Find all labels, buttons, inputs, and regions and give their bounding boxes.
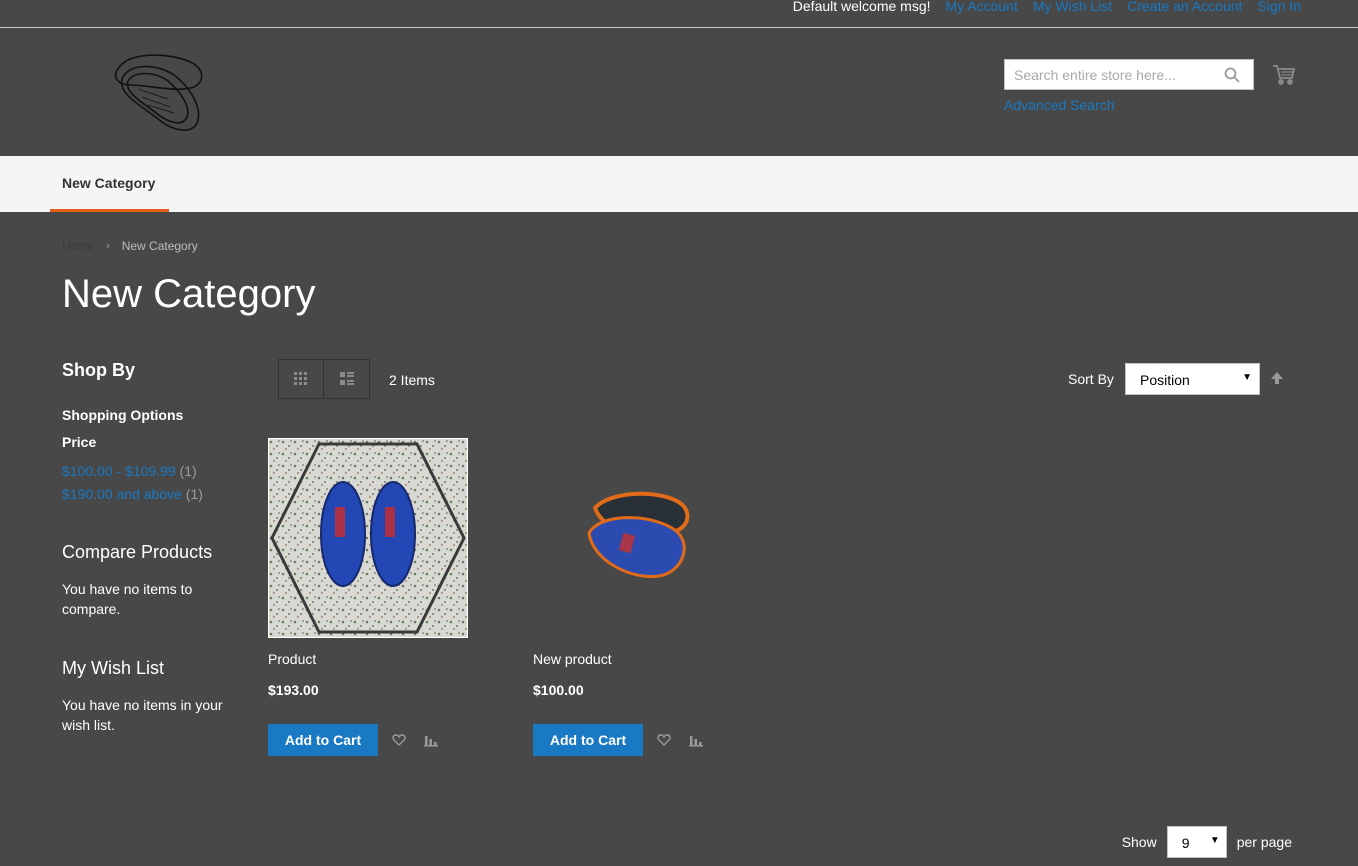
breadcrumb-current: New Category — [121, 239, 198, 253]
price-filter-title[interactable]: Price — [62, 434, 96, 450]
grid-view-button[interactable] — [278, 359, 324, 399]
sign-in-link[interactable]: Sign In — [1257, 0, 1301, 14]
breadcrumb-home-link[interactable]: Home — [62, 239, 94, 253]
compare-empty-text: You have no items to compare. — [62, 581, 193, 617]
product-actions: Add to Cart — [268, 724, 438, 756]
product-photo-insoles-pair — [533, 438, 733, 638]
page-limiter: Show 9 ▼ per page — [1122, 826, 1292, 858]
filter-count: (1) — [179, 463, 197, 479]
sort-by-label: Sort By — [1068, 371, 1114, 387]
dropdown-arrow-icon: ▼ — [1209, 835, 1220, 846]
filter-link-100-109[interactable]: $100.00 - $109.99 — [62, 463, 176, 479]
heart-icon[interactable] — [657, 733, 671, 747]
product-item: Product $193.00 Add to Cart — [268, 438, 488, 756]
sort-by-select[interactable]: Position ▼ — [1125, 363, 1260, 395]
add-to-cart-button[interactable]: Add to Cart — [268, 724, 378, 756]
search-box — [1004, 59, 1254, 90]
filter-item: $190.00 and above (1) — [62, 483, 203, 506]
nav-item-new-category[interactable]: New Category — [50, 156, 169, 212]
filter-count: (1) — [185, 486, 203, 502]
limiter-value: 9 — [1181, 835, 1190, 851]
compare-icon[interactable] — [424, 733, 438, 747]
welcome-message: Default welcome msg! — [792, 0, 931, 14]
compare-icon[interactable] — [689, 733, 703, 747]
filter-link-190-above[interactable]: $190.00 and above — [62, 486, 182, 502]
dropdown-arrow-icon: ▼ — [1242, 372, 1252, 383]
search-icon[interactable] — [1224, 67, 1240, 83]
product-price: $100.00 — [533, 682, 584, 698]
chevron-right-icon: › — [106, 240, 110, 252]
add-to-cart-button[interactable]: Add to Cart — [533, 724, 643, 756]
limiter-select[interactable]: 9 ▼ — [1166, 826, 1227, 858]
shopping-options-title: Shopping Options — [62, 407, 184, 423]
product-image-link[interactable] — [533, 438, 733, 638]
main-navigation: New Category — [0, 156, 1358, 212]
sort-direction-arrow-icon[interactable] — [1270, 371, 1284, 385]
page-title: New Category — [62, 272, 316, 316]
create-account-link[interactable]: Create an Account — [1127, 0, 1242, 14]
items-count: 2 Items — [389, 372, 435, 388]
grid-icon — [294, 372, 307, 385]
header: Advanced Search — [0, 29, 1358, 156]
compare-products-title: Compare Products — [62, 542, 213, 562]
limiter-show-label: Show — [1121, 834, 1157, 850]
top-links: Default welcome msg! My Account My Wish … — [793, 0, 1301, 14]
product-image-link[interactable] — [268, 438, 468, 638]
product-price: $193.00 — [268, 682, 319, 698]
my-wish-list-link[interactable]: My Wish List — [1033, 0, 1112, 14]
filter-item: $100.00 - $109.99 (1) — [62, 460, 203, 483]
product-name-link[interactable]: New product — [533, 651, 612, 667]
breadcrumb: Home › New Category — [62, 239, 198, 253]
search-input[interactable] — [1005, 60, 1215, 89]
list-icon — [339, 372, 354, 385]
view-mode-switcher — [278, 359, 370, 399]
advanced-search-link[interactable]: Advanced Search — [1004, 97, 1115, 113]
sidebar: Shop By Shopping Options Price $100.00 -… — [62, 360, 242, 733]
my-account-link[interactable]: My Account — [946, 0, 1018, 14]
wish-list-empty-text: You have no items in your wish list. — [62, 697, 223, 733]
price-filter-list: $100.00 - $109.99 (1) $190.00 and above … — [62, 460, 203, 506]
cart-icon[interactable] — [1272, 64, 1296, 86]
top-bar: Default welcome msg! My Account My Wish … — [0, 0, 1358, 28]
product-item: New product $100.00 Add to Cart — [533, 438, 753, 756]
wish-list-title: My Wish List — [62, 658, 165, 678]
product-photo-insoles-on-tile — [269, 439, 467, 637]
product-actions: Add to Cart — [533, 724, 703, 756]
limiter-per-page-label: per page — [1236, 834, 1292, 850]
list-view-button[interactable] — [324, 359, 370, 399]
store-logo[interactable] — [108, 49, 208, 133]
sort-by-value: Position — [1140, 372, 1190, 388]
shop-by-title: Shop By — [62, 360, 136, 380]
product-name-link[interactable]: Product — [268, 651, 316, 667]
insoles-logo-icon — [114, 54, 203, 131]
heart-icon[interactable] — [392, 733, 406, 747]
